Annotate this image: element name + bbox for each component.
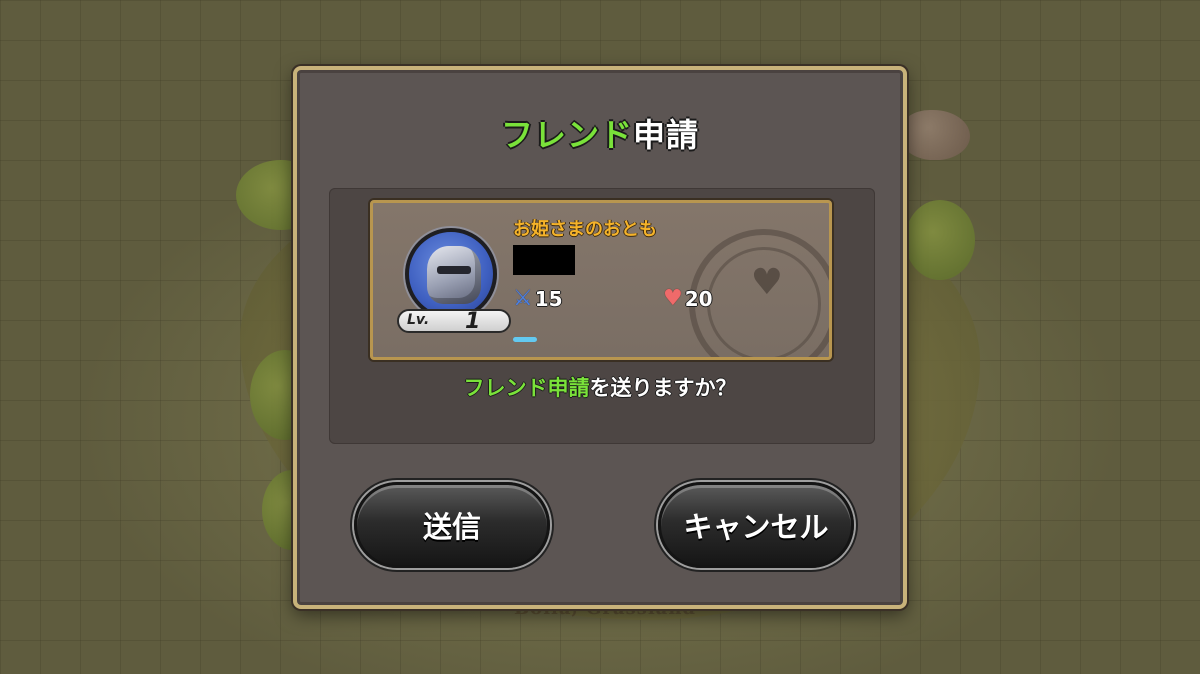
level-value: 1	[465, 309, 481, 334]
confirmation-prompt: フレンド申請を送りますか？	[297, 372, 903, 402]
sword-icon: ⚔	[513, 286, 533, 311]
player-card: ♥ Lv. 1 お姫さまのおとも ⚔ 15 ♥ 20	[370, 200, 832, 360]
level-label: Lv.	[407, 312, 430, 328]
attack-stat: ⚔ 15	[513, 287, 563, 311]
redacted-player-id	[513, 245, 575, 275]
knight-helmet-icon	[427, 246, 481, 304]
player-name: お姫さまのおとも	[513, 219, 657, 240]
friend-request-dialog: フレンド申請 ♥ Lv. 1 お姫さまのおとも ⚔ 15 ♥ 20 フレンド申請…	[293, 66, 907, 609]
player-avatar	[405, 228, 497, 320]
cancel-button[interactable]: キャンセル	[658, 482, 854, 568]
dialog-title-green: フレンド	[500, 116, 633, 154]
hp-stat: ♥ 20	[663, 287, 713, 311]
background-tree	[905, 200, 975, 280]
hp-value: 20	[684, 287, 713, 311]
prompt-text: を送りますか？	[589, 376, 737, 400]
dialog-title-white: 申請	[633, 116, 700, 154]
helmet-visor	[437, 266, 471, 274]
emblem-heart-icon: ♥	[750, 262, 783, 303]
prompt-highlight: フレンド申請	[463, 376, 590, 400]
dialog-title: フレンド申請	[297, 110, 903, 156]
attack-value: 15	[534, 287, 563, 311]
background-rock	[900, 110, 970, 160]
level-badge: Lv. 1	[397, 309, 511, 334]
experience-bar	[513, 337, 537, 342]
send-button[interactable]: 送信	[354, 482, 550, 568]
heart-icon: ♥	[663, 286, 683, 311]
